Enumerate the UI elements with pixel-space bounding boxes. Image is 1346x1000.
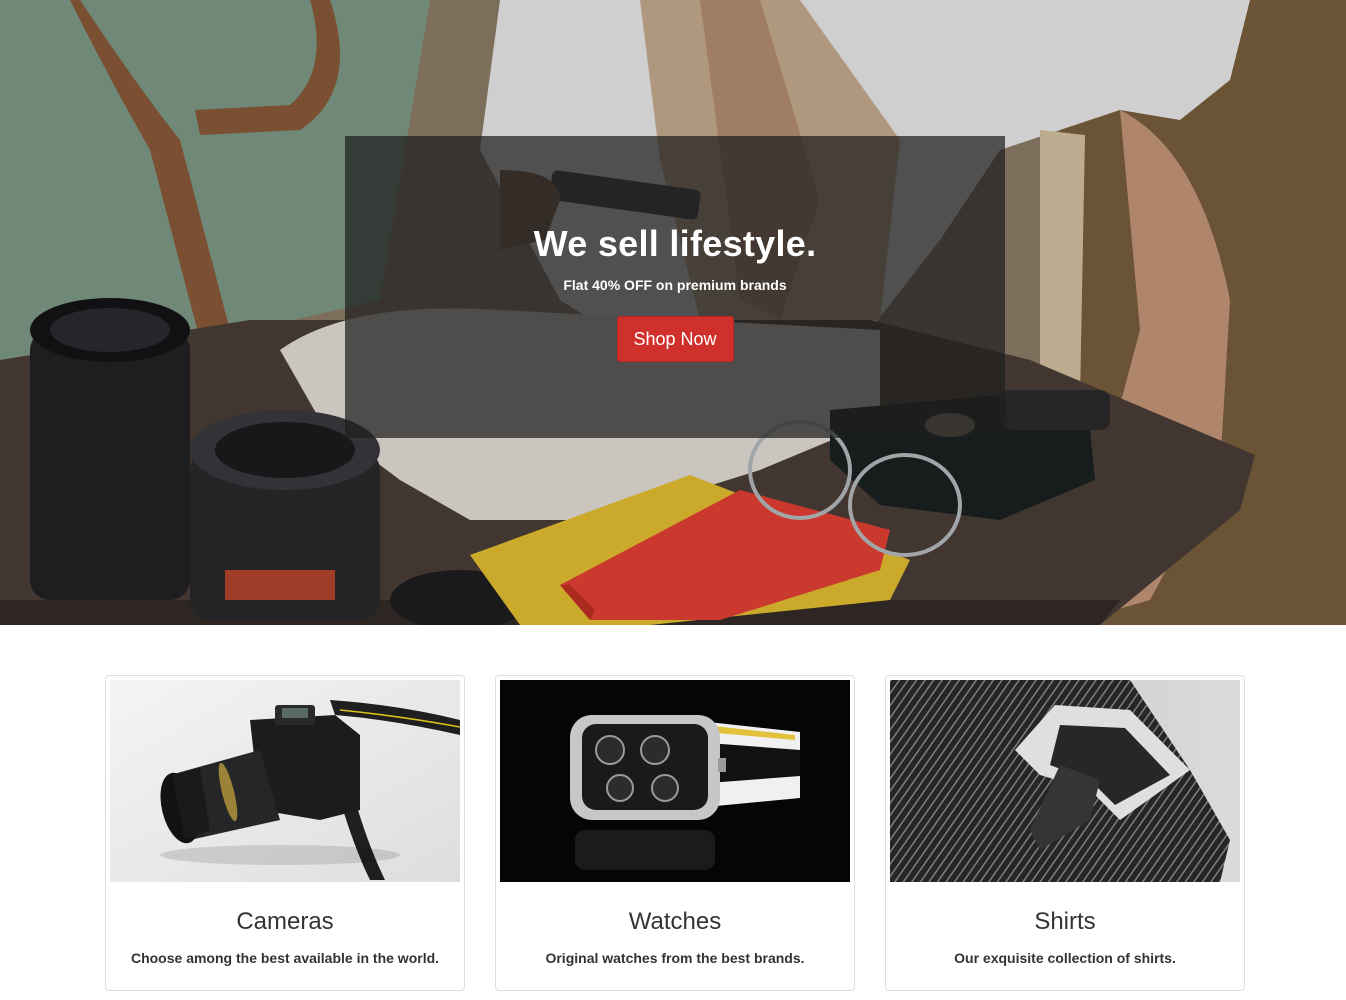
card-title: Shirts <box>1034 908 1096 935</box>
card-title: Watches <box>628 908 722 935</box>
card-description: Original watches from the best brands. <box>545 950 805 966</box>
category-card-watches[interactable]: Watches Original watches from the best b… <box>495 675 855 991</box>
hero-banner: We sell lifestyle. Flat 40% OFF on premi… <box>0 0 1346 625</box>
card-description: Choose among the best available in the w… <box>130 950 440 966</box>
hero-title: We sell lifestyle. <box>533 223 817 264</box>
category-card-shirts[interactable]: Shirts Our exquisite collection of shirt… <box>885 675 1245 991</box>
watch-photo[interactable] <box>500 680 850 882</box>
shirt-photo[interactable] <box>890 680 1240 882</box>
card-description: Our exquisite collection of shirts. <box>954 950 1176 966</box>
category-card-cameras[interactable]: Cameras Choose among the best available … <box>105 675 465 991</box>
shop-now-button[interactable]: Shop Now <box>616 316 734 362</box>
card-title: Cameras <box>236 908 334 935</box>
hero-overlay-panel: We sell lifestyle. Flat 40% OFF on premi… <box>345 136 1005 438</box>
hero-subtitle: Flat 40% OFF on premium brands <box>563 277 787 293</box>
camera-photo[interactable] <box>110 680 460 882</box>
